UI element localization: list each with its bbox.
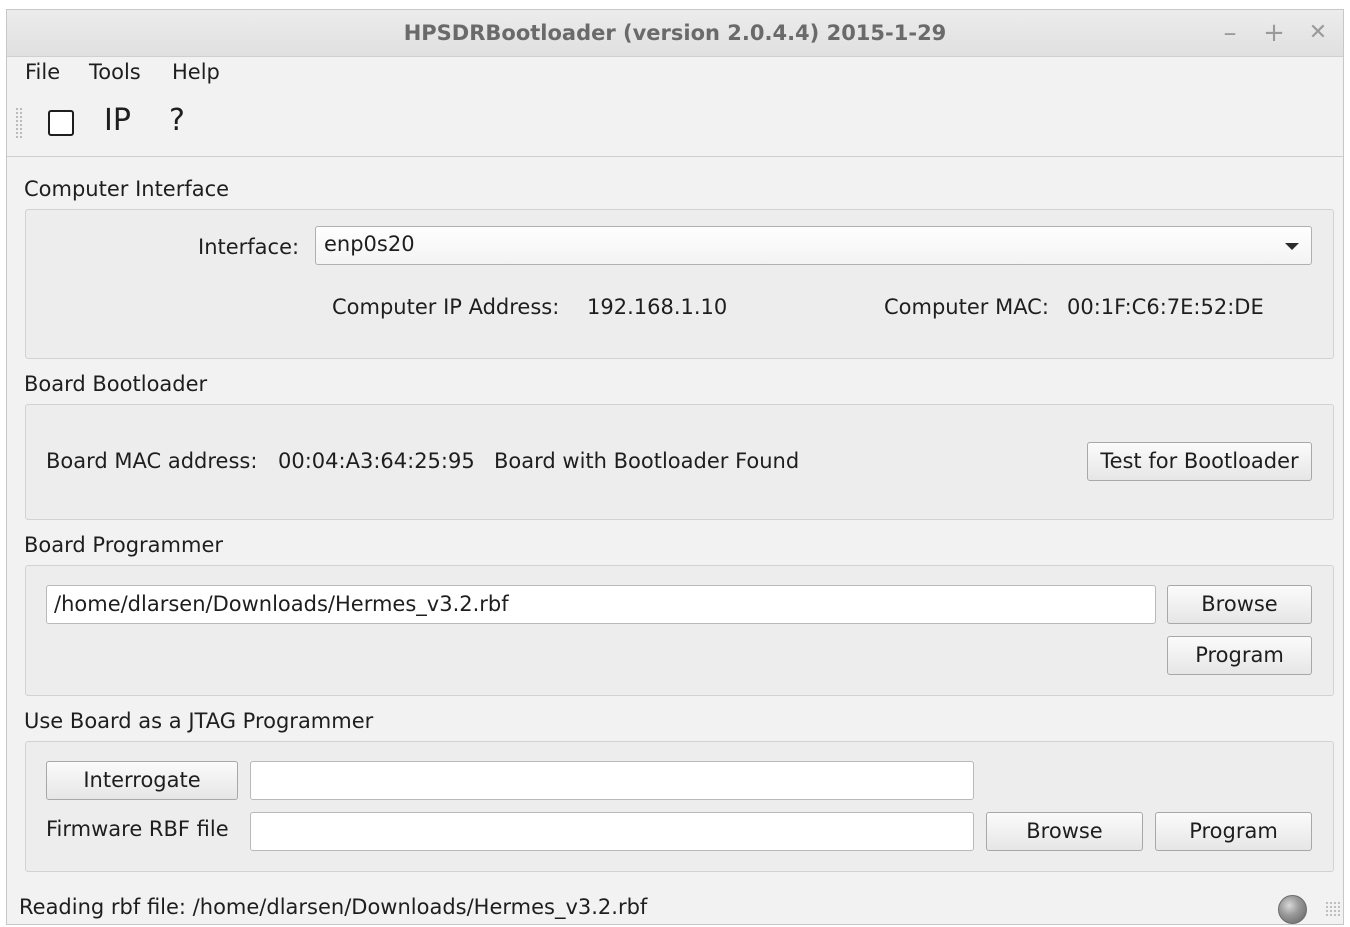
interface-select-value: enp0s20	[324, 232, 415, 256]
status-led-icon	[1278, 895, 1307, 924]
jtag-browse-button[interactable]: Browse	[986, 812, 1143, 851]
close-icon[interactable]: ✕	[1303, 18, 1333, 48]
toolbar-grip-icon[interactable]	[15, 107, 23, 139]
board-programmer-group: /home/dlarsen/Downloads/Hermes_v3.2.rbf …	[25, 565, 1334, 696]
board-bootloader-group: Board MAC address: 00:04:A3:64:25:95 Boa…	[25, 404, 1334, 520]
minimize-icon[interactable]: –	[1215, 18, 1245, 48]
programmer-file-path-field[interactable]: /home/dlarsen/Downloads/Hermes_v3.2.rbf	[46, 585, 1156, 624]
test-for-bootloader-button[interactable]: Test for Bootloader	[1087, 442, 1312, 481]
computer-mac-label: Computer MAC:	[884, 295, 1049, 319]
programmer-browse-button[interactable]: Browse	[1167, 585, 1312, 624]
title-bar[interactable]: HPSDRBootloader (version 2.0.4.4) 2015-1…	[7, 10, 1343, 57]
toolbar-ip-button[interactable]: IP	[104, 103, 131, 138]
menu-help[interactable]: Help	[172, 60, 220, 84]
firmware-rbf-label: Firmware RBF file	[46, 817, 229, 841]
firmware-rbf-field[interactable]	[250, 812, 974, 851]
computer-interface-group: Interface: enp0s20 Computer IP Address: …	[25, 209, 1334, 359]
menu-file[interactable]: File	[25, 60, 60, 84]
board-mac-value: 00:04:A3:64:25:95	[278, 449, 475, 473]
window-title: HPSDRBootloader (version 2.0.4.4) 2015-1…	[403, 21, 947, 45]
computer-ip-value: 192.168.1.10	[587, 295, 728, 319]
status-message: Reading rbf file: /home/dlarsen/Download…	[19, 895, 648, 919]
toolbar-checkbox[interactable]	[48, 110, 74, 136]
resize-grip-icon[interactable]	[1325, 901, 1341, 917]
computer-ip-label: Computer IP Address:	[332, 295, 560, 319]
board-bootloader-heading: Board Bootloader	[24, 372, 208, 396]
chevron-down-icon	[1285, 243, 1299, 250]
toolbar-help-button[interactable]: ?	[169, 103, 185, 138]
jtag-programmer-heading: Use Board as a JTAG Programmer	[24, 709, 374, 733]
bootloader-status: Board with Bootloader Found	[494, 449, 800, 473]
computer-mac-value: 00:1F:C6:7E:52:DE	[1067, 295, 1264, 319]
status-bar: Reading rbf file: /home/dlarsen/Download…	[7, 883, 1343, 924]
menu-tools[interactable]: Tools	[89, 60, 141, 84]
toolbar: IP ?	[7, 89, 1343, 157]
board-programmer-heading: Board Programmer	[24, 533, 224, 557]
programmer-program-button[interactable]: Program	[1167, 636, 1312, 675]
interface-select[interactable]: enp0s20	[315, 226, 1312, 265]
interrogate-result-field[interactable]	[250, 761, 974, 800]
board-mac-label: Board MAC address:	[46, 449, 258, 473]
jtag-program-button[interactable]: Program	[1155, 812, 1312, 851]
computer-interface-heading: Computer Interface	[24, 177, 230, 201]
maximize-icon[interactable]: +	[1259, 18, 1289, 48]
interface-label: Interface:	[198, 235, 300, 259]
jtag-programmer-group: Interrogate Firmware RBF file Browse Pro…	[25, 741, 1334, 872]
app-window: HPSDRBootloader (version 2.0.4.4) 2015-1…	[6, 9, 1344, 925]
interrogate-button[interactable]: Interrogate	[46, 761, 238, 800]
menu-bar: File Tools Help	[7, 57, 1343, 89]
